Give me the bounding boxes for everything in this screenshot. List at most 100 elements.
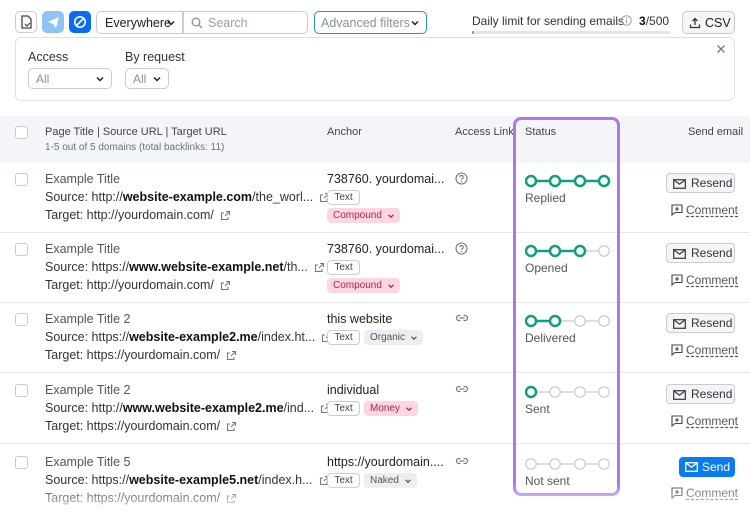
external-link-icon[interactable]	[220, 210, 231, 221]
search-input[interactable]	[208, 15, 303, 30]
advanced-filters-button[interactable]: Advanced filters	[314, 11, 427, 34]
row-target-url[interactable]: Target: https://yourdomain.com/	[45, 491, 237, 505]
select-all-checkbox[interactable]	[15, 126, 28, 139]
telegram-button[interactable]	[42, 11, 64, 33]
row-target-url[interactable]: Target: http://yourdomain.com/	[45, 278, 231, 292]
column-status: Status	[525, 126, 557, 138]
row-checkbox[interactable]	[15, 456, 28, 469]
block-button[interactable]	[69, 11, 91, 33]
comment-label: Comment	[686, 414, 739, 428]
row-page-title: Example Title 2	[45, 312, 131, 326]
chevron-down-icon	[96, 76, 104, 82]
row-target-url[interactable]: Target: http://yourdomain.com/	[45, 208, 231, 222]
target-url: Target: https://yourdomain.com/	[45, 348, 221, 362]
anchor-tag-pill[interactable]: Compound	[327, 278, 400, 293]
target-url: Target: https://yourdomain.com/	[45, 419, 221, 433]
chevron-down-icon	[388, 214, 394, 219]
column-page-subtitle: 1-5 out of 5 domains (total backlinks: 1…	[45, 142, 225, 153]
status-step-pending	[598, 245, 610, 257]
row-anchor-text: 738760. yourdomai...	[327, 172, 445, 186]
resend-button[interactable]: Resend	[666, 313, 735, 333]
row-source-url[interactable]: Source: http://www.website-example2.me/i…	[45, 401, 331, 415]
comment-label: Comment	[686, 273, 739, 287]
status-step-done	[597, 174, 611, 188]
link-type-pill: Text	[327, 473, 360, 488]
link-icon	[455, 314, 469, 322]
row-source-url[interactable]: Source: https://www.website-example.net /…	[45, 260, 325, 274]
block-icon	[74, 16, 86, 28]
table-row: Example Title Source: http://website-exam…	[0, 163, 750, 233]
source-path: /index.h...	[258, 473, 313, 487]
status-progress	[525, 458, 610, 470]
advanced-filters-panel: Access All By request All	[15, 37, 735, 101]
table-row: Example Title 5 Source: https://website-e…	[0, 446, 750, 513]
external-link-icon[interactable]	[226, 493, 237, 504]
anchor-tag-label: Compound	[333, 280, 382, 291]
status-step-pending	[598, 458, 610, 470]
comment-button[interactable]: Comment	[671, 273, 738, 287]
by-request-filter-value: All	[133, 71, 147, 86]
access-filter-label: Access	[28, 50, 69, 64]
column-send-email: Send email	[688, 126, 744, 138]
external-link-icon[interactable]	[314, 262, 325, 273]
external-link-icon[interactable]	[226, 350, 237, 361]
anchor-tag-label: Naked	[370, 475, 399, 486]
daily-limit-progress	[472, 31, 670, 34]
external-link-icon[interactable]	[220, 280, 231, 291]
anchor-tag-pill[interactable]: Naked	[364, 473, 417, 488]
anchor-tag-label: Money	[370, 403, 401, 414]
status-step-done	[525, 244, 538, 258]
chevron-down-icon	[406, 407, 412, 412]
anchor-tag-pill[interactable]: Money	[364, 401, 419, 416]
column-anchor: Anchor	[327, 126, 362, 138]
source-domain: www.website-example.net	[129, 260, 284, 274]
row-checkbox[interactable]	[15, 384, 28, 397]
csv-export-button[interactable]: CSV	[682, 11, 735, 34]
close-icon[interactable]	[716, 44, 726, 54]
status-step-pending	[549, 386, 561, 398]
comment-add-icon	[671, 344, 683, 356]
comment-button[interactable]: Comment	[671, 203, 738, 217]
csv-label: CSV	[705, 15, 731, 30]
anchor-tag-pill[interactable]: Organic	[364, 330, 424, 345]
resend-button[interactable]: Resend	[666, 173, 735, 193]
row-anchor-text: 738760. yourdomai...	[327, 242, 445, 256]
search-box[interactable]	[183, 11, 308, 34]
comment-button[interactable]: Comment	[671, 414, 738, 428]
advanced-filters-label: Advanced filters	[321, 15, 410, 30]
row-checkbox[interactable]	[15, 313, 28, 326]
source-prefix: Source: https://	[45, 473, 130, 487]
row-target-url[interactable]: Target: https://yourdomain.com/	[45, 419, 237, 433]
external-link-icon[interactable]	[226, 421, 237, 432]
resend-button[interactable]: Resend	[666, 384, 735, 404]
row-target-url[interactable]: Target: https://yourdomain.com/	[45, 348, 237, 362]
export-doc-button[interactable]	[15, 11, 37, 33]
status-step-done	[573, 244, 587, 258]
status-step-pending	[598, 315, 610, 327]
resend-button[interactable]: Resend	[666, 243, 735, 263]
comment-add-icon	[671, 487, 683, 499]
location-select[interactable]: Everywhere	[96, 11, 183, 34]
daily-limit-label: Daily limit for sending emails	[472, 14, 625, 28]
help-circle-icon	[455, 242, 468, 255]
anchor-tag-pill[interactable]: Compound	[327, 208, 400, 223]
mail-icon	[673, 319, 686, 329]
row-checkbox[interactable]	[15, 243, 28, 256]
mail-icon	[673, 390, 686, 400]
row-page-title: Example Title	[45, 172, 121, 186]
resend-label: Resend	[691, 246, 733, 260]
access-filter-select[interactable]: All	[28, 68, 112, 89]
row-page-title: Example Title 5	[45, 455, 131, 469]
by-request-filter-select[interactable]: All	[125, 68, 169, 89]
row-source-url[interactable]: Source: https://website-example5.net/ind…	[45, 473, 330, 487]
comment-button[interactable]: Comment	[671, 343, 738, 357]
paper-plane-icon	[47, 16, 59, 28]
mail-icon	[685, 462, 698, 472]
row-checkbox[interactable]	[15, 173, 28, 186]
comment-button[interactable]: Comment	[671, 486, 738, 500]
row-source-url[interactable]: Source: https://website-example2.me/inde…	[45, 330, 332, 344]
column-access-link: Access Link	[455, 126, 514, 138]
send-button[interactable]: Send	[679, 457, 735, 477]
access-link-status	[455, 455, 469, 469]
row-source-url[interactable]: Source: http://website-example.com/the_w…	[45, 190, 330, 204]
